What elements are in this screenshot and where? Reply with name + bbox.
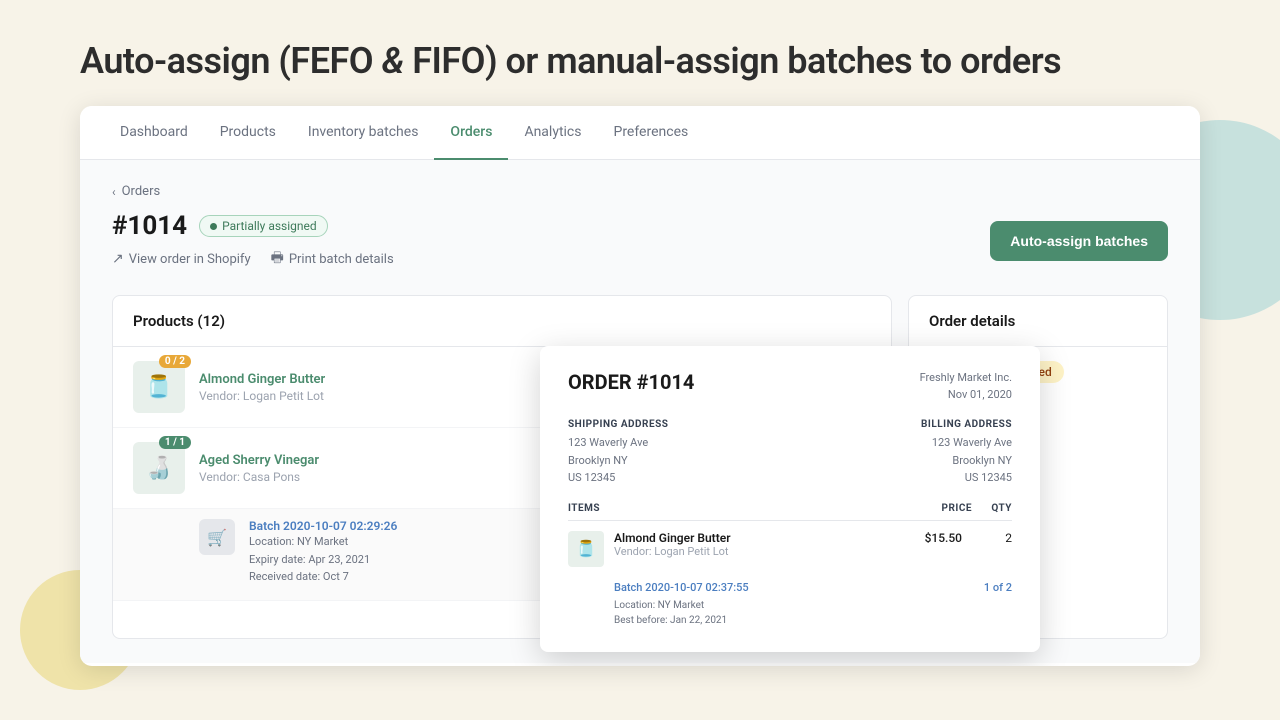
product-image-2: 🍶 [133,442,185,494]
receipt-order-number: ORDER #1014 [568,370,694,394]
status-text: Partially assigned [222,219,317,233]
shipping-line3: US 12345 [568,469,790,487]
receipt-batch-location: Location: NY Market [614,598,1012,613]
receipt-item-image: 🫙 [568,531,604,567]
receipt-batch-best-before: Best before: Jan 22, 2021 [614,613,1012,628]
nav-analytics[interactable]: Analytics [508,106,597,160]
print-icon: 🖶 [271,247,284,271]
app-window: Dashboard Products Inventory batches Ord… [80,106,1200,666]
shipping-label: SHIPPING ADDRESS [568,419,790,430]
receipt-item-info: Almond Ginger Butter Vendor: Logan Petit… [614,531,892,558]
print-batch-link[interactable]: 🖶 Print batch details [271,247,394,271]
receipt-items-col-header: ITEMS [568,503,912,514]
receipt-header: ORDER #1014 Freshly Market Inc. Nov 01, … [568,370,1012,403]
qty-badge-2: 1 / 1 [159,436,191,449]
view-shopify-link[interactable]: ↗ View order in Shopify [112,251,251,267]
order-number: #1014 [112,211,187,241]
breadcrumb-text: Orders [122,184,161,199]
product-image-1: 🫙 [133,361,185,413]
billing-line3: US 12345 [790,469,1012,487]
shipping-address-block: SHIPPING ADDRESS 123 Waverly Ave Brookly… [568,419,790,487]
nav-preferences[interactable]: Preferences [597,106,704,160]
external-link-icon: ↗ [112,251,124,267]
receipt-company: Freshly Market Inc. Nov 01, 2020 [920,370,1012,403]
receipt-price-col-header: PRICE [912,503,972,514]
product-img-container-2: 🍶 1 / 1 [133,442,185,494]
page-title: Auto-assign (FEFO & FIFO) or manual-assi… [0,0,1280,106]
breadcrumb-arrow-icon: ‹ [112,185,116,199]
qty-badge-1: 0 / 2 [159,355,191,368]
product-img-container-1: 🫙 0 / 2 [133,361,185,413]
receipt-addresses: SHIPPING ADDRESS 123 Waverly Ave Brookly… [568,419,1012,487]
receipt-company-name: Freshly Market Inc. [920,370,1012,387]
nav-inventory-batches[interactable]: Inventory batches [292,106,435,160]
nav-dashboard[interactable]: Dashboard [104,106,204,160]
receipt-qty-col-header: QTY [972,503,1012,514]
billing-address-text: 123 Waverly Ave Brooklyn NY US 12345 [790,434,1012,487]
receipt-batch-qty: 1 of 2 [984,581,1012,594]
receipt-item-row: 🫙 Almond Ginger Butter Vendor: Logan Pet… [568,531,1012,567]
view-shopify-label: View order in Shopify [129,252,251,267]
shipping-line2: Brooklyn NY [568,452,790,470]
receipt-item-qty: 2 [972,531,1012,545]
main-nav: Dashboard Products Inventory batches Ord… [80,106,1200,160]
batch-cart-icon: 🛒 [199,519,235,555]
receipt-item-vendor: Vendor: Logan Petit Lot [614,545,892,558]
auto-assign-button[interactable]: Auto-assign batches [990,221,1168,261]
billing-line2: Brooklyn NY [790,452,1012,470]
order-details-header: Order details [909,296,1167,347]
order-header-left: #1014 Partially assigned ↗ View order in… [112,211,394,271]
shipping-line1: 123 Waverly Ave [568,434,790,452]
receipt-batch-name: Batch 2020-10-07 02:37:55 [614,581,749,594]
billing-line1: 123 Waverly Ave [790,434,1012,452]
print-batch-label: Print batch details [289,252,394,267]
receipt-item-price: $15.50 [902,531,962,545]
order-header: #1014 Partially assigned ↗ View order in… [112,211,1168,271]
receipt-date: Nov 01, 2020 [920,387,1012,404]
receipt-batch-detail: Location: NY Market Best before: Jan 22,… [568,598,1012,628]
breadcrumb[interactable]: ‹ Orders [112,184,1168,199]
nav-orders[interactable]: Orders [434,106,508,160]
order-title-row: #1014 Partially assigned [112,211,394,241]
receipt-item-name: Almond Ginger Butter [614,531,892,545]
order-actions: ↗ View order in Shopify 🖶 Print batch de… [112,247,394,271]
status-dot-icon [210,223,217,230]
status-badge: Partially assigned [199,215,328,237]
receipt-batch-row: Batch 2020-10-07 02:37:55 1 of 2 [568,577,1012,598]
nav-products[interactable]: Products [204,106,292,160]
receipt-overlay: ORDER #1014 Freshly Market Inc. Nov 01, … [540,346,1040,652]
billing-label: BILLING ADDRESS [790,419,1012,430]
products-panel-header: Products (12) [113,296,891,347]
billing-address-block: BILLING ADDRESS 123 Waverly Ave Brooklyn… [790,419,1012,487]
receipt-table-header: ITEMS PRICE QTY [568,503,1012,521]
shipping-address-text: 123 Waverly Ave Brooklyn NY US 12345 [568,434,790,487]
